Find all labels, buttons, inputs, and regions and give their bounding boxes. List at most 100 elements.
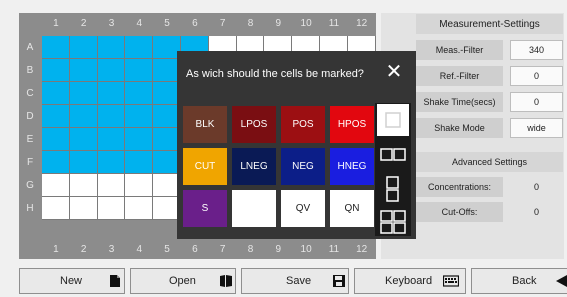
well-E2[interactable] — [69, 128, 98, 151]
column-header-5-bottom[interactable]: 5 — [153, 240, 181, 258]
keyboard-icon — [443, 275, 459, 287]
column-header-1-bottom[interactable]: 1 — [42, 240, 70, 258]
concentrations-value[interactable]: 0 — [510, 177, 563, 197]
mark-button-cut[interactable]: CUT — [183, 148, 227, 185]
column-header-10-bottom[interactable]: 10 — [292, 240, 320, 258]
open-book-icon — [220, 275, 232, 287]
column-header-12[interactable]: 12 — [348, 14, 376, 32]
well-A4[interactable] — [125, 36, 154, 59]
column-header-4[interactable]: 4 — [125, 14, 153, 32]
well-H4[interactable] — [125, 197, 154, 220]
column-header-11[interactable]: 11 — [320, 14, 348, 32]
column-header-12-bottom[interactable]: 12 — [348, 240, 376, 258]
back-button[interactable]: Back — [471, 268, 567, 294]
column-header-4-bottom[interactable]: 4 — [125, 240, 153, 258]
mark-button-lpos[interactable]: LPOS — [232, 106, 276, 143]
well-F3[interactable] — [97, 151, 126, 174]
well-C1[interactable] — [42, 82, 70, 105]
column-header-7[interactable]: 7 — [209, 14, 237, 32]
well-A1[interactable] — [42, 36, 70, 59]
keyboard-button[interactable]: Keyboard — [354, 268, 466, 294]
back-arrow-icon — [556, 275, 567, 287]
well-C2[interactable] — [69, 82, 98, 105]
close-x-icon[interactable]: ✕ — [383, 61, 405, 83]
mark-button-neg[interactable]: NEG — [281, 148, 325, 185]
column-header-9[interactable]: 9 — [264, 14, 292, 32]
well-H2[interactable] — [69, 197, 98, 220]
column-header-2-bottom[interactable]: 2 — [70, 240, 98, 258]
well-G1[interactable] — [42, 174, 70, 197]
four-cells-icon[interactable] — [377, 208, 409, 236]
column-header-1[interactable]: 1 — [42, 14, 70, 32]
row-header-G[interactable]: G — [19, 174, 41, 197]
row-header-D[interactable]: D — [19, 105, 41, 128]
well-C3[interactable] — [97, 82, 126, 105]
cut-offs-value[interactable]: 0 — [510, 202, 563, 222]
well-A3[interactable] — [97, 36, 126, 59]
well-D1[interactable] — [42, 105, 70, 128]
well-E3[interactable] — [97, 128, 126, 151]
mark-button-hneg[interactable]: HNEG — [330, 148, 374, 185]
well-D2[interactable] — [69, 105, 98, 128]
mark-button-lneg[interactable]: LNEG — [232, 148, 276, 185]
well-B4[interactable] — [125, 59, 154, 82]
well-F2[interactable] — [69, 151, 98, 174]
two-cells-icon[interactable] — [377, 140, 409, 170]
shake-mode-value[interactable]: wide — [510, 118, 563, 138]
well-F4[interactable] — [125, 151, 154, 174]
app-root: { "plate": { "columns": ["1","2","3","4"… — [0, 0, 567, 297]
shake-time-value[interactable]: 0 — [510, 92, 563, 112]
mark-button-qn[interactable]: QN — [330, 190, 374, 227]
well-H3[interactable] — [97, 197, 126, 220]
well-B3[interactable] — [97, 59, 126, 82]
shake-time-label: Shake Time(secs) — [416, 92, 503, 112]
row-header-H[interactable]: H — [19, 197, 41, 220]
column-header-8-bottom[interactable]: 8 — [237, 240, 265, 258]
column-header-2[interactable]: 2 — [70, 14, 98, 32]
well-B2[interactable] — [69, 59, 98, 82]
column-header-11-bottom[interactable]: 11 — [320, 240, 348, 258]
meas-filter-value[interactable]: 340 — [510, 40, 563, 60]
column-header-9-bottom[interactable]: 9 — [264, 240, 292, 258]
column-header-3[interactable]: 3 — [98, 14, 126, 32]
advanced-settings-title[interactable]: Advanced Settings — [416, 152, 563, 172]
well-B1[interactable] — [42, 59, 70, 82]
shake-mode-label: Shake Mode — [416, 118, 503, 138]
well-D4[interactable] — [125, 105, 154, 128]
vertical-two-cells-icon[interactable] — [377, 172, 409, 206]
well-G4[interactable] — [125, 174, 154, 197]
well-A2[interactable] — [69, 36, 98, 59]
row-header-A[interactable]: A — [19, 36, 41, 59]
column-header-3-bottom[interactable]: 3 — [98, 240, 126, 258]
column-header-10[interactable]: 10 — [292, 14, 320, 32]
open-button[interactable]: Open — [130, 268, 236, 294]
well-G2[interactable] — [69, 174, 98, 197]
mark-button-blk[interactable]: BLK — [183, 106, 227, 143]
single-cell-icon[interactable] — [377, 104, 409, 136]
column-header-6-bottom[interactable]: 6 — [181, 240, 209, 258]
well-G3[interactable] — [97, 174, 126, 197]
column-header-6[interactable]: 6 — [181, 14, 209, 32]
well-H1[interactable] — [42, 197, 70, 220]
column-header-5[interactable]: 5 — [153, 14, 181, 32]
mark-button-qv[interactable]: QV — [281, 190, 325, 227]
row-header-F[interactable]: F — [19, 151, 41, 174]
row-header-C[interactable]: C — [19, 82, 41, 105]
mark-button-pos[interactable]: POS — [281, 106, 325, 143]
mark-button-hpos[interactable]: HPOS — [330, 106, 374, 143]
row-header-E[interactable]: E — [19, 128, 41, 151]
mark-button-s[interactable]: S — [183, 190, 227, 227]
column-header-7-bottom[interactable]: 7 — [209, 240, 237, 258]
well-D3[interactable] — [97, 105, 126, 128]
ref-filter-value[interactable]: 0 — [510, 66, 563, 86]
new-button[interactable]: New — [19, 268, 125, 294]
row-header-B[interactable]: B — [19, 59, 41, 82]
well-C4[interactable] — [125, 82, 154, 105]
save-button[interactable]: Save — [241, 268, 349, 294]
well-F1[interactable] — [42, 151, 70, 174]
column-header-8[interactable]: 8 — [237, 14, 265, 32]
concentrations-label: Concentrations: — [416, 177, 503, 197]
well-E4[interactable] — [125, 128, 154, 151]
mark-button-blank[interactable] — [232, 190, 276, 227]
well-E1[interactable] — [42, 128, 70, 151]
